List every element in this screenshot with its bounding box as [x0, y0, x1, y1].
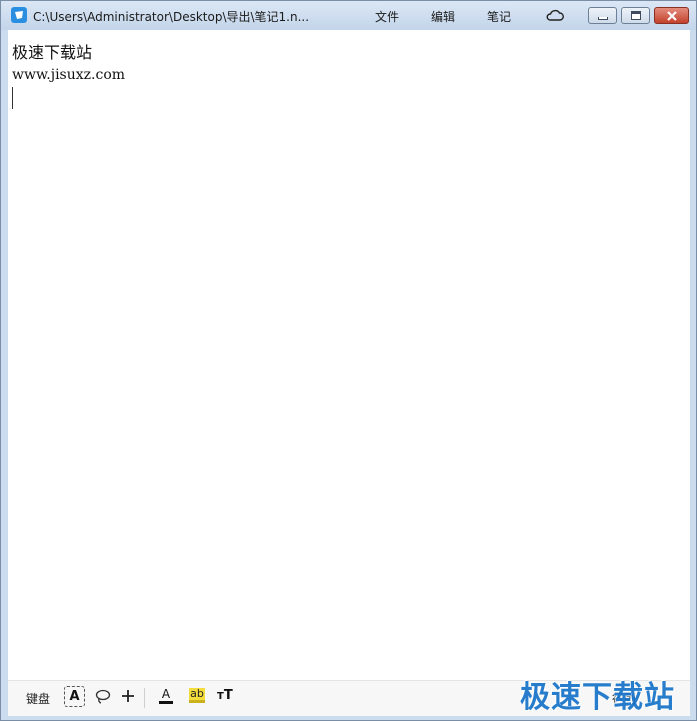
menu-edit[interactable]: 编辑 — [431, 8, 455, 25]
maximize-button[interactable] — [621, 7, 650, 24]
close-button[interactable] — [654, 7, 689, 24]
cloud-icon[interactable] — [546, 8, 564, 22]
minimize-button[interactable] — [588, 7, 617, 24]
font-size-glyph-small: T — [217, 691, 224, 702]
app-window: C:\Users\Administrator\Desktop\导出\笔记1.n.… — [0, 0, 697, 721]
note-line: 极速下载站 — [12, 43, 93, 62]
add-icon[interactable] — [120, 687, 136, 705]
toolbar-divider — [144, 688, 145, 708]
text-caret — [12, 87, 13, 109]
lasso-icon[interactable] — [94, 687, 112, 705]
title-bar[interactable]: C:\Users\Administrator\Desktop\导出\笔记1.n.… — [1, 1, 696, 30]
watermark: 极速下载站 — [520, 680, 675, 715]
menu-file[interactable]: 文件 — [375, 8, 399, 25]
note-editor[interactable]: 极速下载站 www.jisuxz.com — [8, 30, 690, 680]
note-line: www.jisuxz.com — [12, 67, 126, 83]
window-title: C:\Users\Administrator\Desktop\导出\笔记1.n.… — [33, 10, 310, 24]
font-size-glyph-big: T — [223, 688, 233, 703]
menu-notes[interactable]: 笔记 — [487, 8, 511, 25]
text-tool-button[interactable]: A — [64, 686, 85, 707]
font-color-button[interactable]: A — [159, 688, 173, 704]
highlight-button[interactable]: ab — [189, 688, 205, 703]
app-icon — [11, 7, 27, 23]
close-icon — [667, 11, 677, 21]
maximize-icon — [631, 11, 641, 20]
minimize-icon — [598, 17, 608, 20]
font-size-button[interactable]: TT — [217, 688, 233, 703]
keyboard-button[interactable]: 键盘 — [26, 690, 50, 707]
